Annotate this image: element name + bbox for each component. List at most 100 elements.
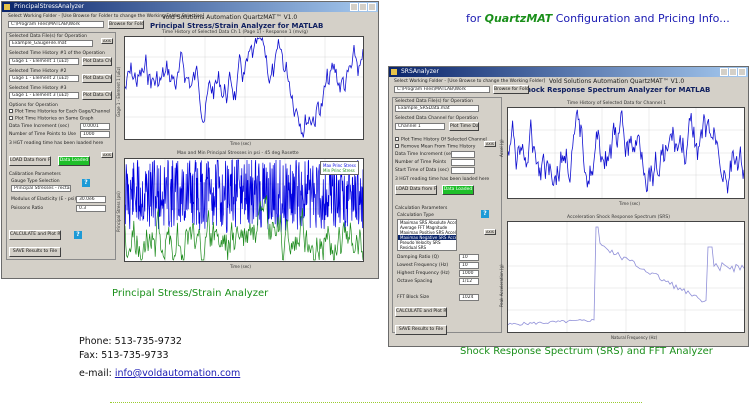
folder-label-srs: Select Working Folder - [Use Browse to c… <box>394 79 546 84</box>
gridlines <box>125 37 363 139</box>
app-icon-srs <box>391 69 397 75</box>
srs-plot2-axis-button[interactable]: AXIS <box>484 229 496 235</box>
srs-param2-label: Number of Time Points <box>395 160 447 165</box>
modulus-label: Modulus of Elasticity (E - psi) <box>11 197 77 202</box>
srs-p5-field[interactable]: 1024 <box>459 294 479 301</box>
plot2-ylabel: Principal Stress (psi) <box>116 191 121 232</box>
ch1-label: Selected Time History #1 of the Operatio… <box>9 51 105 56</box>
data-file-field-srs[interactable]: Example_SRSData.mat <box>395 105 479 112</box>
data-file-field[interactable]: Example_GaugeFile.mat <box>9 40 93 47</box>
quartzmat-brand: QuartzMAT <box>484 12 553 25</box>
calc-type-option[interactable]: Residual SRS <box>398 245 456 250</box>
close-icon[interactable] <box>738 68 746 76</box>
calc-params-label: Calculation Parameters <box>395 206 448 211</box>
param1-field[interactable]: 0.0001 <box>80 123 110 130</box>
folder-label: Select Working Folder - [Use Browse for … <box>8 14 205 19</box>
srs-spectrum-svg <box>507 222 745 332</box>
param1-label: Data Time Increment (sec) <box>9 124 70 129</box>
plot-ch2-button[interactable]: Plot Data Ch 2 <box>82 74 112 83</box>
srs-p3-label: Highest Frequency (Hz) <box>397 271 450 276</box>
ch3-label: Selected Time History #3 <box>9 86 67 91</box>
param2-field[interactable]: 1000 <box>80 131 110 138</box>
srs-spectrum-plot[interactable] <box>507 221 745 333</box>
srs-p1-field[interactable]: 10 <box>459 254 479 261</box>
srs-param1-label: Data Time Increment (sec) <box>395 152 456 157</box>
contact-fax: Fax: 513-735-9733 <box>79 350 169 361</box>
option-checkbox-2[interactable]: Plot Time Histories on Same Graph <box>9 116 94 122</box>
plot-ch1-button[interactable]: Plot Data Ch 1 <box>82 57 112 66</box>
plot-ch3-button[interactable]: Plot Data Ch 3 <box>82 91 112 100</box>
help-icon-2[interactable]: ? <box>74 231 82 239</box>
data-file-label: Selected Data File(s) for Operation <box>9 34 87 39</box>
srs-option-checkbox-1[interactable]: Plot Time History Of Selected Channel <box>395 137 487 143</box>
srs-save-results-button[interactable]: SAVE Results to File <box>395 325 447 335</box>
window-controls-srs <box>720 68 746 76</box>
minimize-icon[interactable] <box>720 68 728 76</box>
srs-analyzer-caption: Shock Response Spectrum (SRS) and FFT An… <box>460 346 713 357</box>
folder-path-field[interactable]: C:\Program Files\MATLAB\Work <box>8 21 104 28</box>
ch3-select[interactable]: Gage 1 - Element 3 (uEz) <box>9 92 79 99</box>
plot-time-data-button[interactable]: Plot Time Data <box>449 122 479 131</box>
maximize-icon[interactable] <box>729 68 737 76</box>
contact-email: e-mail: info@voldautomation.com <box>79 368 241 379</box>
quartzmat-info-link[interactable]: for QuartzMAT Configuration and Pricing … <box>466 12 730 25</box>
srs-time-history-plot[interactable] <box>507 107 745 199</box>
legend-min: Min Princ Stress <box>323 168 355 173</box>
srs-plot2-ylabel: Peak Acceleration (g) <box>499 264 504 307</box>
calc-type-listbox[interactable]: Maximax SRS Absolute AccelerationAverage… <box>397 219 457 251</box>
contact-phone: Phone: 513-735-9732 <box>79 336 182 347</box>
srs-p2-field[interactable]: 10 <box>459 262 479 269</box>
calculate-plot-button[interactable]: CALCULATE and Plot Results <box>9 230 61 240</box>
time-history-plot[interactable] <box>124 36 364 140</box>
plot1-axis-button[interactable]: AXIS <box>101 38 113 44</box>
channel-select-srs[interactable]: Channel 1 <box>395 123 445 130</box>
app-title: Principal Stress/Strain Analyzer for MAT… <box>150 22 324 30</box>
srs-help-icon[interactable]: ? <box>481 210 489 218</box>
gauge-type-label: Gauge Type Selection <box>11 179 60 184</box>
gauge-type-select[interactable]: Principal Stresses - rectangular <box>11 185 71 192</box>
company-line-srs: Vold Solutions Automation QuartzMAT™ V1.… <box>549 78 685 85</box>
modulus-field[interactable]: 30.0e6 <box>76 196 106 203</box>
options-label: Options for Operation <box>9 103 58 108</box>
srs-param2-field[interactable] <box>451 159 475 166</box>
email-link[interactable]: info@voldautomation.com <box>115 368 240 379</box>
plot2-axis-button[interactable]: AXIS <box>101 152 113 158</box>
calc-type-label: Calculation Type <box>397 213 434 218</box>
srs-plot1-axis-button[interactable]: AXIS <box>484 141 496 147</box>
srs-p3-field[interactable]: 1000 <box>459 270 479 277</box>
srs-p4-field[interactable]: 1/12 <box>459 278 479 285</box>
srs-p5-label: FFT Block Size <box>397 295 430 300</box>
srs-param1-field[interactable] <box>451 151 475 158</box>
poisson-field[interactable]: 0.3 <box>76 205 106 212</box>
time-history-svg <box>124 36 364 139</box>
browse-folder-button[interactable]: Browse for Folder <box>108 20 144 29</box>
ch2-select[interactable]: Gage 1 - Element 2 (uEz) <box>9 75 79 82</box>
srs-load-data-button[interactable]: LOAD Data from File <box>395 185 437 195</box>
srs-p4-label: Octave Spacing <box>397 279 433 284</box>
data-file-label-srs: Selected Data File(s) for Operation <box>395 99 473 104</box>
srs-note-text: 3 HGT reading time has been loaded here <box>395 177 490 182</box>
ch1-select[interactable]: Gage 1 - Element 1 (uEz) <box>9 58 79 65</box>
srs-plot1-title: Time History of Selected Data for Channe… <box>567 101 667 106</box>
control-panel-frame <box>6 32 116 260</box>
save-results-button[interactable]: SAVE Results to File <box>9 247 61 257</box>
window-titlebar-srs: SRSAnalyzer <box>389 67 748 77</box>
plot1-title: Time History of Selected Data Ch 1 (Page… <box>162 30 308 35</box>
browse-folder-button-srs[interactable]: Browse for Folder <box>493 85 529 94</box>
srs-param3-field[interactable] <box>451 167 475 174</box>
poisson-label: Poissons Ratio <box>11 206 44 211</box>
load-data-button[interactable]: LOAD Data from File <box>9 156 51 166</box>
app-icon <box>4 4 10 10</box>
maximize-icon[interactable] <box>359 3 367 11</box>
srs-option-checkbox-2[interactable]: Remove Mean From Time History <box>395 144 475 150</box>
srs-calculate-button[interactable]: CALCULATE and Plot Results <box>395 307 447 317</box>
option-checkbox-1[interactable]: Plot Time Histories for Each Gage/Channe… <box>9 109 110 115</box>
param2-label: Number of Time Points to Use <box>9 132 77 137</box>
close-icon[interactable] <box>368 3 376 11</box>
help-icon[interactable]: ? <box>82 179 90 187</box>
minimize-icon[interactable] <box>350 3 358 11</box>
folder-path-field-srs[interactable]: C:\Program Files\MATLAB\Work <box>394 86 490 93</box>
channel-label-srs: Selected Data Channel for Operation <box>395 116 479 121</box>
srs-plot1-xlabel: Time (sec) <box>619 201 640 206</box>
time-history-trace <box>124 36 364 138</box>
